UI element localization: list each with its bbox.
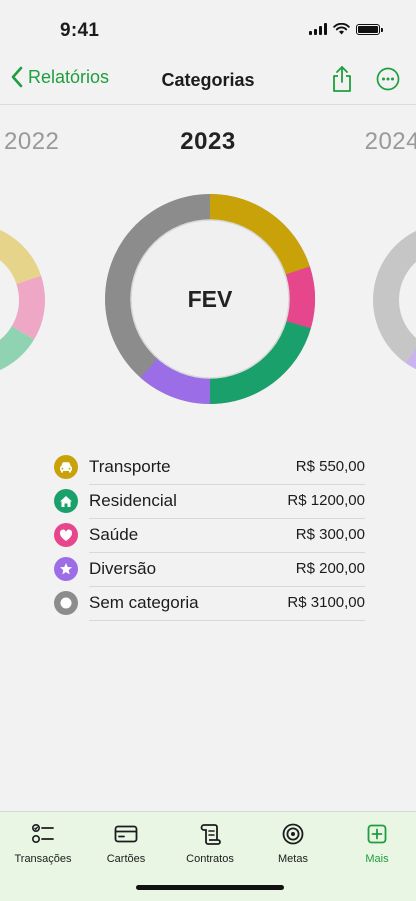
share-button[interactable] (328, 65, 356, 93)
category-donut-chart[interactable]: FEV (103, 192, 317, 406)
heart-icon (54, 523, 78, 547)
previous-month-donut[interactable] (0, 222, 46, 378)
legend-item-transporte[interactable]: Transporte R$ 550,00 (54, 450, 365, 485)
tab-label: Contratos (186, 853, 234, 865)
signal-icon (309, 23, 327, 35)
next-month-donut[interactable] (372, 222, 416, 378)
legend-name: Saúde (89, 524, 139, 544)
home-indicator (136, 885, 284, 890)
credit-card-icon (114, 825, 138, 843)
status-time: 9:41 (60, 20, 100, 41)
month-label: FEV (188, 286, 233, 312)
donut-carousel: FEV (0, 170, 416, 430)
nav-actions (328, 65, 402, 93)
share-icon (333, 66, 351, 92)
plus-square-icon (367, 824, 387, 844)
wifi-icon (333, 23, 350, 35)
scroll-icon (200, 824, 221, 845)
ellipsis-circle-icon (376, 67, 400, 91)
legend-value: R$ 1200,00 (287, 492, 365, 509)
legend-item-diversao[interactable]: Diversão R$ 200,00 (54, 552, 365, 587)
star-icon (54, 557, 78, 581)
legend-value: R$ 550,00 (295, 458, 365, 475)
year-current: 2023 (180, 128, 236, 155)
legend-item-sem-categoria[interactable]: Sem categoria R$ 3100,00 (54, 586, 365, 621)
year-next[interactable]: 2024 (365, 128, 416, 156)
navigation-bar: Relatórios Categorias (0, 56, 416, 105)
tab-label: Metas (278, 853, 308, 865)
status-icons (309, 23, 383, 35)
legend-value: R$ 300,00 (295, 526, 365, 543)
house-icon (54, 489, 78, 513)
circle-icon (54, 591, 78, 615)
legend-name: Sem categoria (89, 592, 199, 612)
legend-name: Residencial (89, 490, 177, 510)
tab-metas[interactable]: Metas (251, 822, 335, 865)
legend-item-residencial[interactable]: Residencial R$ 1200,00 (54, 484, 365, 519)
tab-label: Cartões (106, 853, 146, 865)
checklist-icon (31, 823, 54, 844)
tab-mais[interactable]: Mais (335, 822, 416, 865)
year-selector: 2022 2023 2024 (0, 128, 416, 162)
battery-icon (356, 23, 383, 35)
legend-name: Transporte (89, 456, 171, 476)
legend-value: R$ 200,00 (295, 560, 365, 577)
tab-cartoes[interactable]: Cartões (84, 822, 168, 865)
tab-transacoes[interactable]: Transações (1, 822, 85, 865)
tab-label: Transações (14, 853, 72, 865)
car-icon (54, 455, 78, 479)
status-bar: 9:41 (0, 0, 416, 56)
tab-contratos[interactable]: Contratos (168, 822, 252, 865)
tab-label: Mais (365, 853, 389, 865)
category-legend: Transporte R$ 550,00 Residencial R$ 1200… (54, 450, 365, 621)
more-button[interactable] (374, 65, 402, 93)
legend-name: Diversão (89, 558, 157, 578)
target-icon (282, 823, 304, 845)
legend-value: R$ 3100,00 (287, 594, 365, 611)
legend-item-saude[interactable]: Saúde R$ 300,00 (54, 518, 365, 553)
